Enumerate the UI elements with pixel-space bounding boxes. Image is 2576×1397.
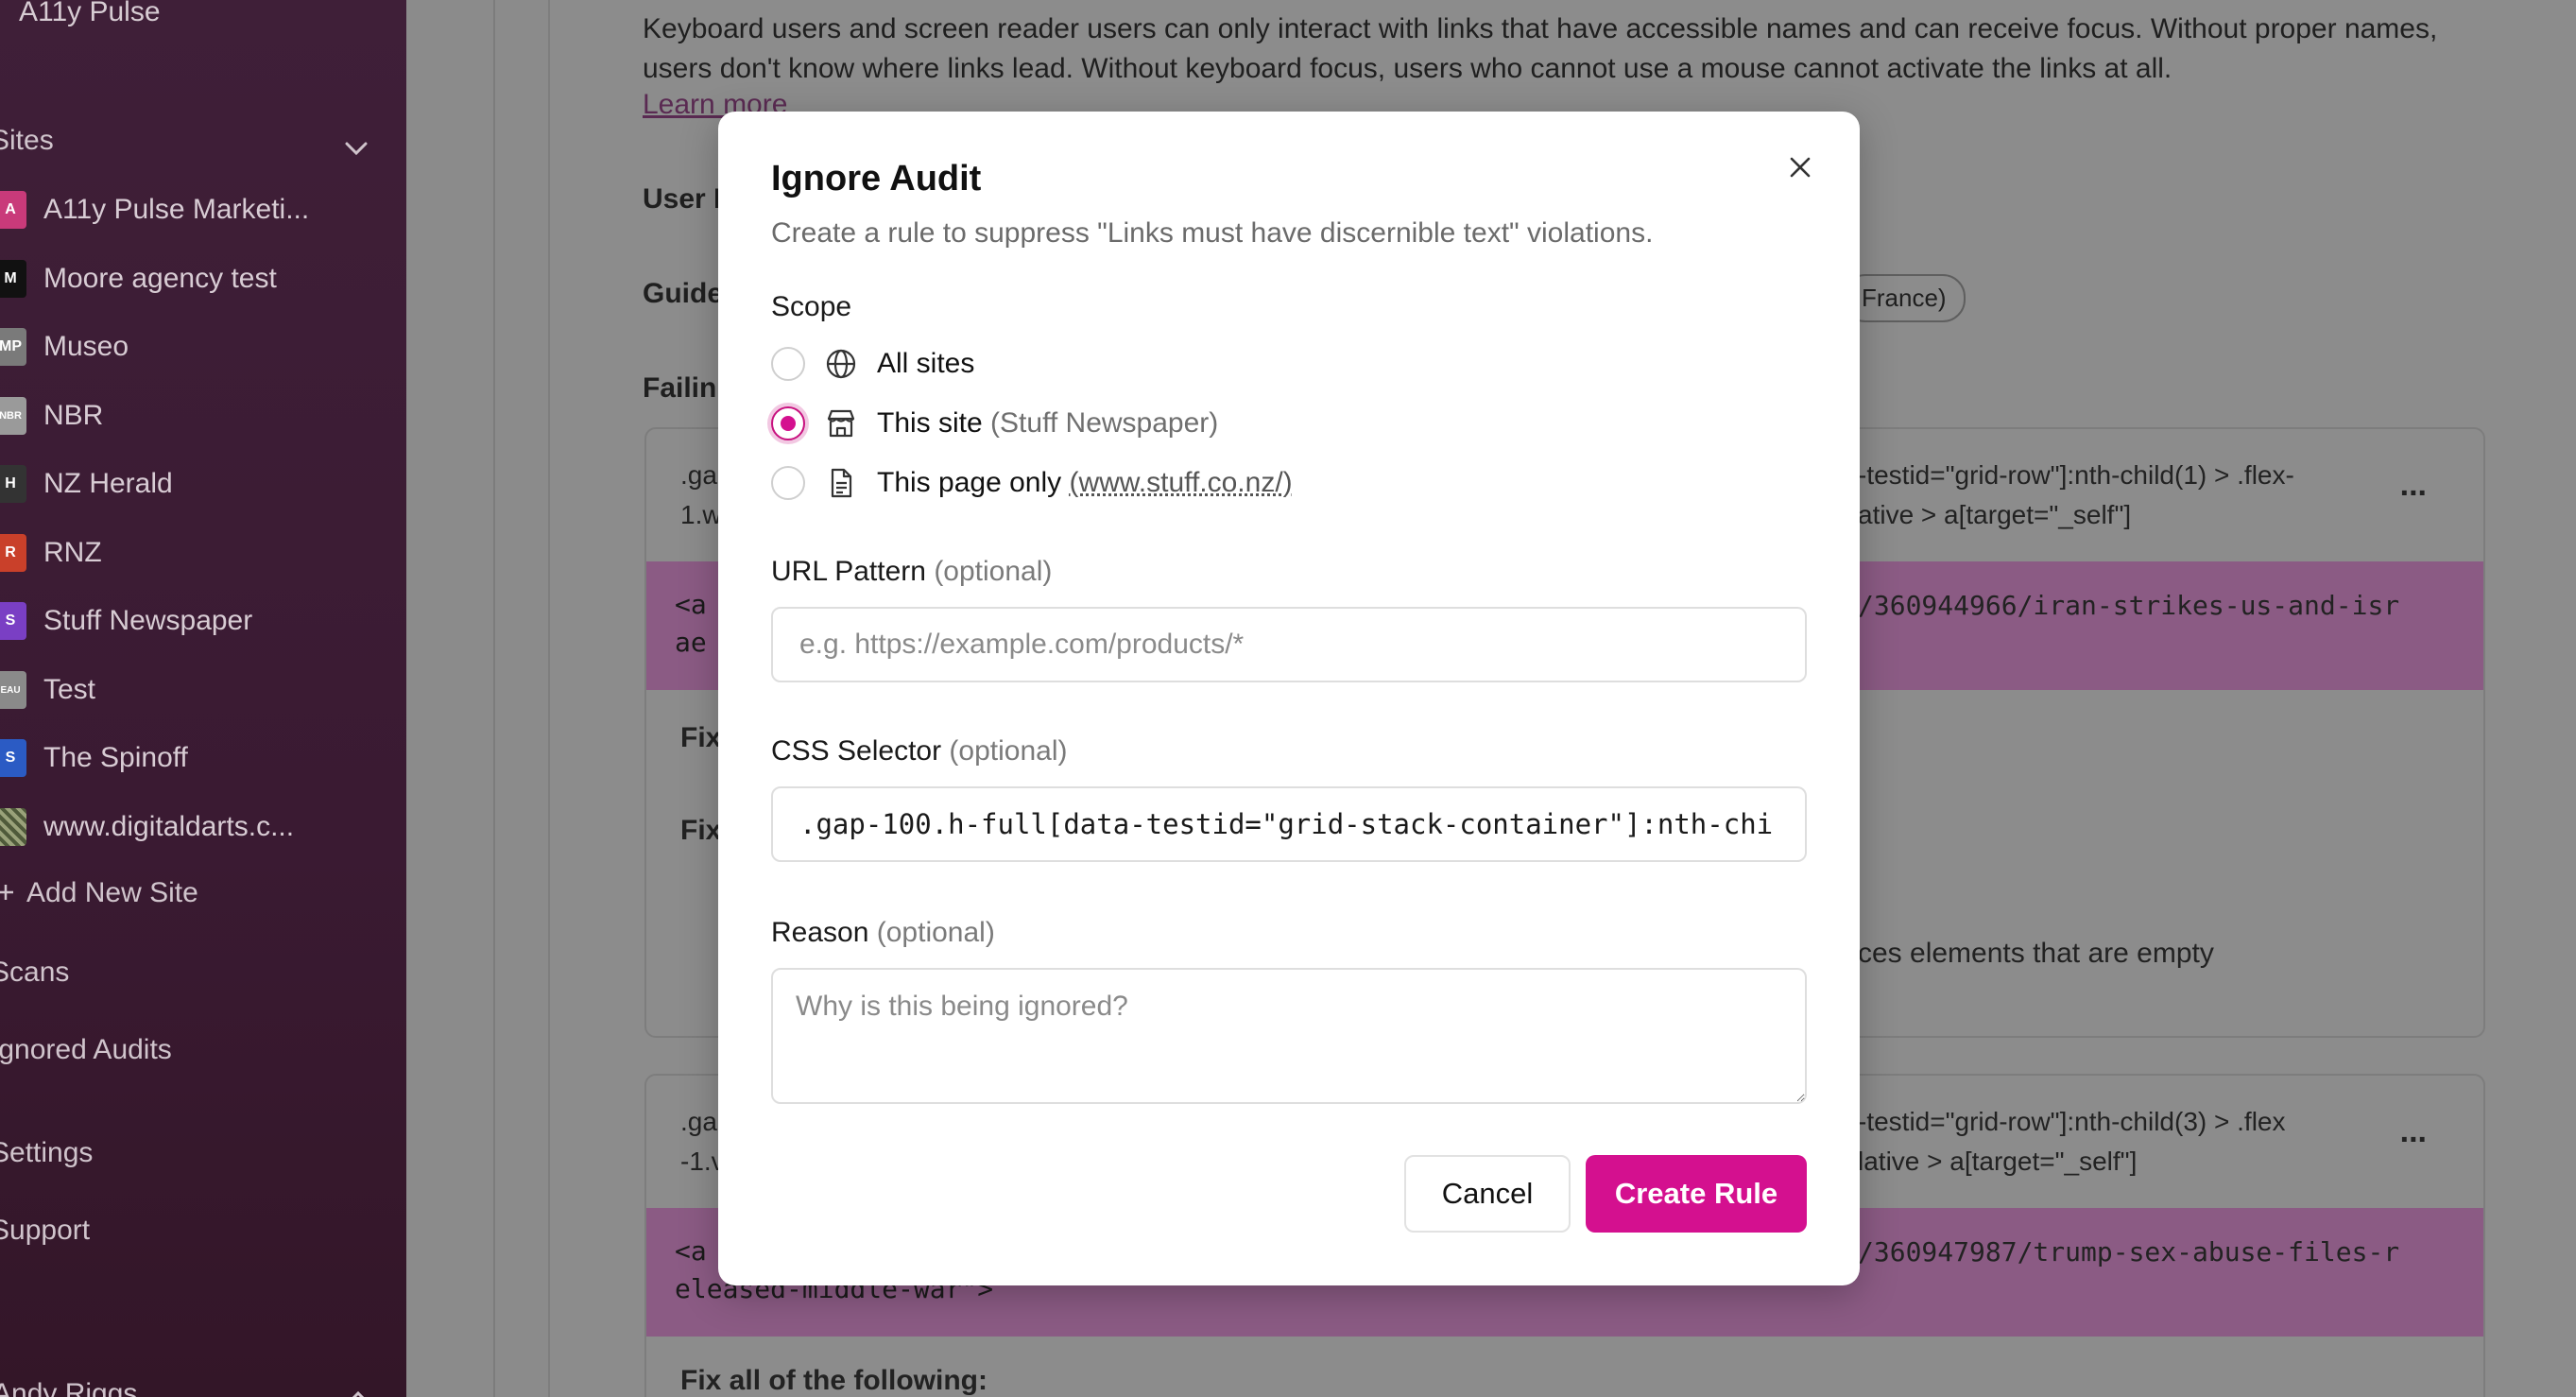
chevron-up-icon: [346, 1382, 370, 1397]
site-logo-icon: R: [0, 534, 26, 572]
user-menu[interactable]: Andy Riggs: [0, 1378, 370, 1397]
document-icon: [824, 466, 858, 500]
sidebar-site-a11y-pulse-marketing[interactable]: A A11y Pulse Marketi...: [0, 183, 397, 236]
chevron-down-icon: [344, 132, 369, 164]
dialog-title: Ignore Audit: [771, 159, 982, 198]
sites-section-toggle[interactable]: Sites: [0, 125, 369, 157]
url-pattern-label: URL Pattern (optional): [771, 556, 1053, 587]
url-pattern-input[interactable]: [771, 607, 1807, 682]
site-logo-icon: EAU: [0, 671, 26, 709]
sidebar-site-museo[interactable]: MP Museo: [0, 320, 397, 373]
divider: [493, 0, 495, 1397]
sidebar-site-label: RNZ: [43, 537, 102, 568]
nav-support[interactable]: Support: [0, 1215, 90, 1247]
site-logo-icon: S: [0, 739, 26, 777]
sidebar-site-label: www.digitaldarts.c...: [43, 811, 295, 842]
nav-scans[interactable]: Scans: [0, 957, 69, 989]
globe-icon: [824, 347, 858, 381]
scope-option-all-sites[interactable]: All sites: [771, 342, 974, 386]
reason-label: Reason (optional): [771, 917, 995, 948]
sidebar-site-rnz[interactable]: R RNZ: [0, 526, 397, 579]
app-name: A11y Pulse: [19, 0, 161, 27]
scope-label: Scope: [771, 291, 852, 322]
sidebar-site-label: NZ Herald: [43, 468, 173, 499]
nav-settings[interactable]: Settings: [0, 1137, 93, 1169]
sidebar-site-test[interactable]: EAU Test: [0, 664, 397, 716]
sidebar-site-label: Stuff Newspaper: [43, 605, 253, 636]
site-logo-icon: [0, 808, 26, 846]
sidebar-site-nz-herald[interactable]: H NZ Herald: [0, 457, 397, 510]
fix-detail-text: ces elements that are empty: [1858, 938, 2214, 969]
sidebar-site-label: Test: [43, 674, 96, 705]
selector-text: .ga 1.w: [680, 460, 722, 529]
sidebar-site-label: Moore agency test: [43, 263, 277, 294]
selector-text: -testid="grid-row"]:nth-child(3) > .flex…: [1858, 1107, 2286, 1176]
fix-heading: Fix: [680, 722, 722, 753]
scope-radio-this-site[interactable]: [771, 406, 805, 440]
plus-icon: [0, 877, 15, 909]
site-logo-icon: NBR: [0, 397, 26, 435]
add-new-site-label: Add New Site: [26, 877, 198, 908]
sidebar-site-the-spinoff[interactable]: S The Spinoff: [0, 732, 397, 785]
site-logo-icon: S: [0, 602, 26, 640]
user-impact-label: User I: [643, 183, 722, 215]
sidebar-site-label: Museo: [43, 331, 129, 362]
sidebar: A11y Pulse Sites A A11y Pulse Marketi...…: [0, 0, 406, 1397]
sidebar-site-stuff-newspaper[interactable]: S Stuff Newspaper: [0, 595, 397, 647]
dialog-subtitle: Create a rule to suppress "Links must ha…: [771, 217, 1654, 249]
store-icon: [824, 406, 858, 440]
scope-option-label: This site (Stuff Newspaper): [877, 407, 1219, 439]
user-name: Andy Riggs: [0, 1378, 138, 1397]
sidebar-site-label: The Spinoff: [43, 742, 188, 773]
sidebar-site-label: NBR: [43, 400, 104, 431]
site-logo-icon: A: [0, 191, 26, 229]
sidebar-site-digitaldarts[interactable]: www.digitaldarts.c...: [0, 801, 397, 854]
scope-radio-all-sites[interactable]: [771, 347, 805, 381]
more-options-icon[interactable]: ...: [2400, 1113, 2427, 1150]
selector-text: -testid="grid-row"]:nth-child(1) > .flex…: [1858, 460, 2294, 529]
guidelines-label: Guide: [643, 278, 724, 309]
sidebar-site-label: A11y Pulse Marketi...: [43, 194, 310, 225]
reason-textarea[interactable]: [771, 968, 1807, 1104]
sidebar-site-moore-agency-test[interactable]: M Moore agency test: [0, 252, 397, 305]
html-snippet-text: /360947987/trump-sex-abuse-files-r: [1858, 1236, 2400, 1268]
close-icon: [1788, 155, 1812, 184]
scope-option-label: All sites: [877, 348, 975, 379]
page-url-link: (www.stuff.co.nz/): [1069, 467, 1293, 498]
nav-ignored-audits[interactable]: Ignored Audits: [0, 1034, 172, 1066]
failing-elements-label: Failin: [643, 372, 717, 404]
site-logo-icon: H: [0, 465, 26, 503]
more-options-icon[interactable]: ...: [2400, 467, 2427, 504]
css-selector-input[interactable]: [771, 786, 1807, 862]
sites-heading: Sites: [0, 125, 54, 156]
ignore-audit-dialog: Ignore Audit Create a rule to suppress "…: [718, 112, 1860, 1285]
add-new-site-button[interactable]: Add New Site: [0, 877, 198, 909]
create-rule-button[interactable]: Create Rule: [1586, 1155, 1807, 1233]
site-logo-icon: M: [0, 260, 26, 298]
css-selector-label: CSS Selector (optional): [771, 735, 1068, 767]
scope-radio-this-page[interactable]: [771, 466, 805, 500]
close-button[interactable]: [1778, 147, 1822, 191]
guideline-chip: France): [1843, 274, 1966, 322]
fix-heading: Fix all of the following:: [680, 1365, 987, 1396]
fix-heading: Fix: [680, 815, 722, 846]
scope-option-label: This page only (www.stuff.co.nz/): [877, 467, 1293, 498]
site-logo-icon: MP: [0, 328, 26, 366]
scope-option-this-page[interactable]: This page only (www.stuff.co.nz/): [771, 461, 1293, 505]
cancel-button[interactable]: Cancel: [1404, 1155, 1571, 1233]
html-snippet-text: /360944966/iran-strikes-us-and-isr: [1858, 590, 2400, 621]
audit-description: Keyboard users and screen reader users c…: [643, 13, 2438, 84]
scope-option-this-site[interactable]: This site (Stuff Newspaper): [771, 402, 1218, 445]
sidebar-site-nbr[interactable]: NBR NBR: [0, 389, 397, 442]
